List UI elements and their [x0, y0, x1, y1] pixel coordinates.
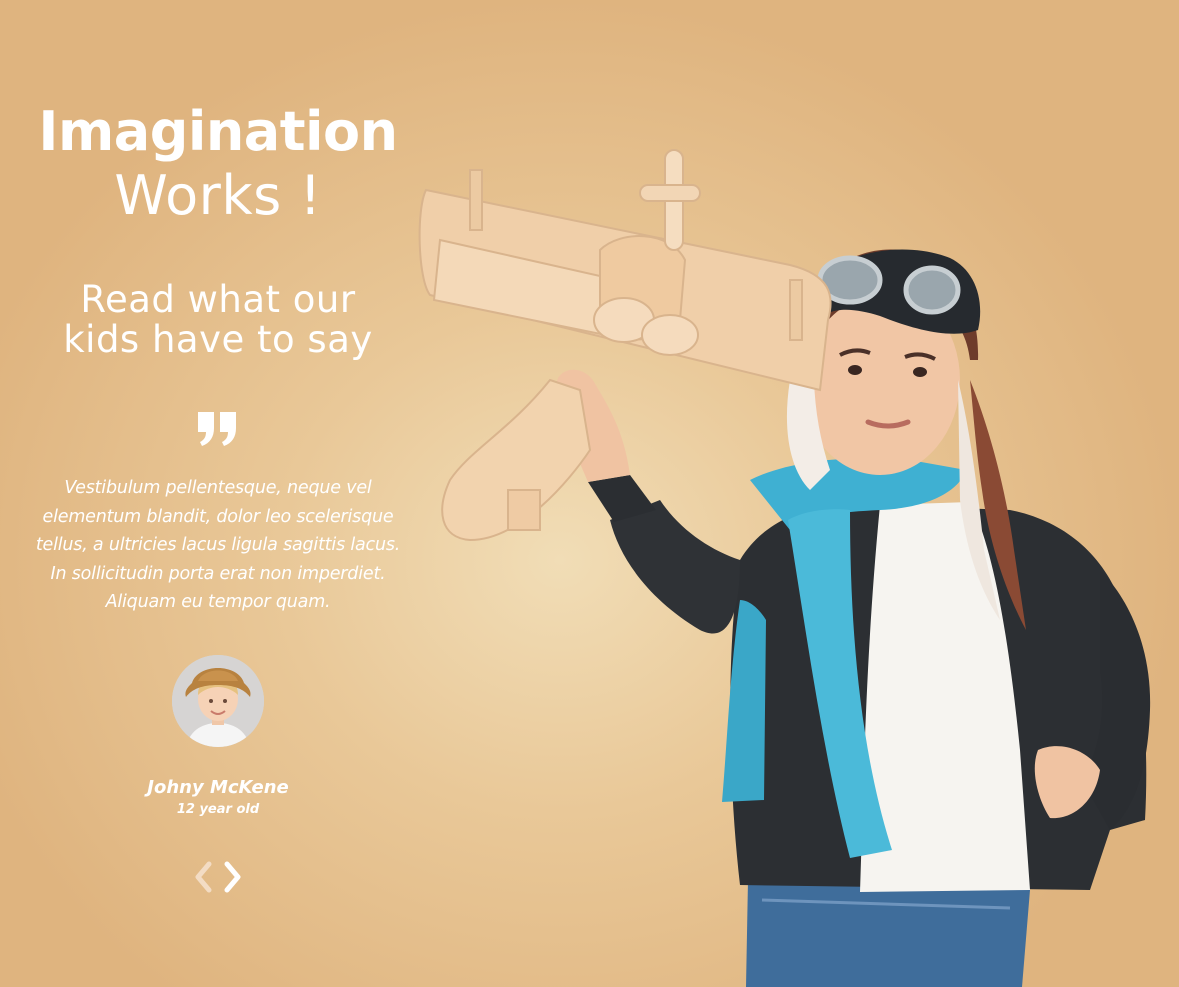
chevron-right-icon[interactable] — [221, 860, 243, 894]
quote-line: Vestibulum pellentesque, neque vel — [64, 478, 372, 498]
avatar — [172, 655, 264, 747]
subheading-line-2: kids have to say — [63, 318, 373, 361]
author-age: 12 year old — [176, 802, 260, 817]
testimonial-quote: Vestibulum pellentesque, neque vel eleme… — [28, 474, 408, 617]
headline-bold: Imagination — [38, 100, 398, 163]
slider-navigation — [193, 860, 243, 894]
author-name: Johny McKene — [147, 777, 289, 798]
subheading-line-1: Read what our — [80, 278, 356, 321]
quote-line: Aliquam eu tempor quam. — [105, 592, 331, 612]
quote-line: tellus, a ultricies lacus ligula sagitti… — [35, 535, 401, 555]
avatar-portrait — [172, 655, 264, 747]
testimonial-section: Imagination Works ! Read what our kids h… — [0, 0, 1179, 987]
quote-line: In sollicitudin porta erat non imperdiet… — [50, 563, 386, 584]
subheading: Read what our kids have to say — [18, 280, 418, 360]
quote-line: elementum blandit, dolor leo scelerisque — [42, 506, 394, 527]
headline-light: Works ! — [114, 164, 322, 227]
chevron-left-icon[interactable] — [193, 860, 215, 894]
hero-photo — [418, 149, 1151, 987]
quote-icon — [198, 412, 236, 446]
